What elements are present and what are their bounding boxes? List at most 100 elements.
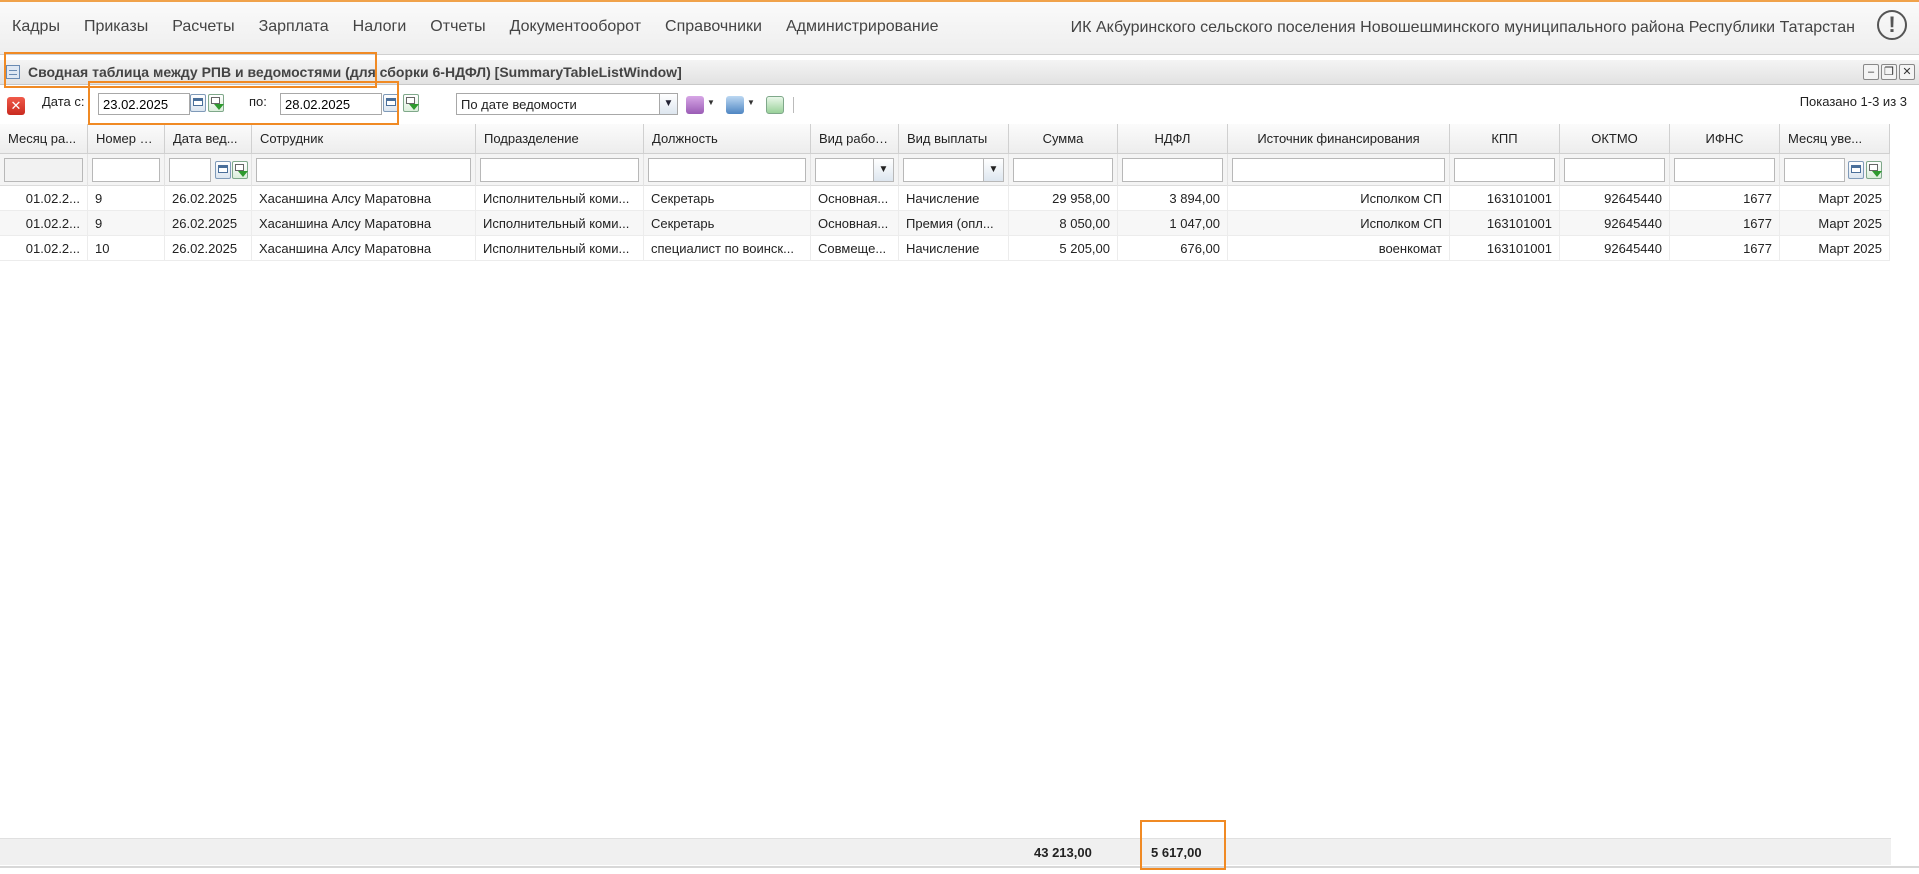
menu-administrirovanie[interactable]: Администрирование [774,18,951,36]
cell-funding-source: военкомат [1228,236,1450,261]
cell-summa: 8 050,00 [1009,211,1118,236]
col-header-ndfl[interactable]: НДФЛ [1118,124,1228,154]
filter-position[interactable] [648,158,806,182]
col-header-payment-type[interactable]: Вид выплаты [899,124,1009,154]
restore-button[interactable]: ❐ [1881,64,1897,80]
filter-date-clear-icon[interactable] [232,161,248,179]
cell-payment-type: Начисление [899,186,1009,211]
cell-notice-month: Март 2025 [1780,211,1890,236]
table-row[interactable]: 01.02.2... 9 26.02.2025 Хасаншина Алсу М… [0,211,1890,236]
filter-employee[interactable] [256,158,471,182]
window-title: Сводная таблица между РПВ и ведомостями … [28,64,682,80]
chevron-down-icon[interactable]: ▼ [983,159,1003,181]
col-header-number[interactable]: Номер в... [88,124,165,154]
info-icon[interactable]: ! [1877,10,1907,40]
col-header-department[interactable]: Подразделение [476,124,644,154]
date-to-label: по: [249,94,267,109]
filter-summa[interactable] [1013,158,1113,182]
filter-ndfl[interactable] [1122,158,1223,182]
cell-position: специалист по воинск... [644,236,811,261]
menu-prikazy[interactable]: Приказы [72,18,160,36]
cell-department: Исполнительный коми... [476,236,644,261]
cell-month: 01.02.2... [0,236,88,261]
cell-ifns: 1677 [1670,186,1780,211]
col-header-ifns[interactable]: ИФНС [1670,124,1780,154]
filter-notice-month[interactable] [1784,158,1845,182]
table-row[interactable]: 01.02.2... 9 26.02.2025 Хасаншина Алсу М… [0,186,1890,211]
menu-kadry[interactable]: Кадры [0,18,72,36]
cell-kpp: 163101001 [1450,186,1560,211]
menu-spravochniki[interactable]: Справочники [653,18,774,36]
filter-department[interactable] [480,158,639,182]
cell-date: 26.02.2025 [165,186,252,211]
col-header-date[interactable]: Дата вед... [165,124,252,154]
main-menu: Кадры Приказы Расчеты Зарплата Налоги От… [0,18,951,36]
filter-notice-clear-icon[interactable] [1866,161,1882,179]
date-from-field[interactable] [98,93,190,115]
settings-caret-icon[interactable]: ▼ [707,98,715,107]
filter-kpp[interactable] [1454,158,1555,182]
menu-dokumentooborot[interactable]: Документооборот [498,18,653,36]
filter-number[interactable] [92,158,160,182]
mode-select[interactable]: По дате ведомости ▼ [456,93,678,115]
col-header-employee[interactable]: Сотрудник [252,124,476,154]
minimize-button[interactable]: – [1863,64,1879,80]
toolbar-separator [793,97,794,113]
filter-oktmo[interactable] [1564,158,1665,182]
date-from-clear-icon[interactable] [208,94,224,112]
cell-funding-source: Исполком СП [1228,211,1450,236]
print-icon[interactable] [726,96,744,114]
table-row[interactable]: 01.02.2... 10 26.02.2025 Хасаншина Алсу … [0,236,1890,261]
col-header-month[interactable]: Месяц ра... [0,124,88,154]
menu-nalogi[interactable]: Налоги [341,18,419,36]
cell-ifns: 1677 [1670,236,1780,261]
grid-header-row: Месяц ра... Номер в... Дата вед... Сотру… [0,124,1890,154]
filter-date[interactable] [169,158,211,182]
menu-zarplata[interactable]: Зарплата [247,18,341,36]
refresh-icon[interactable] [766,96,784,114]
cell-number: 10 [88,236,165,261]
menu-raschety[interactable]: Расчеты [160,18,246,36]
filter-date-calendar-icon[interactable] [215,161,231,179]
cell-position: Секретарь [644,186,811,211]
grid-filter-row: ▼ ▼ [0,154,1890,186]
cell-month: 01.02.2... [0,186,88,211]
date-to-clear-icon[interactable] [403,94,419,112]
date-from-calendar-icon[interactable] [190,94,206,112]
close-button[interactable]: ✕ [1899,64,1915,80]
cell-notice-month: Март 2025 [1780,186,1890,211]
filter-notice-calendar-icon[interactable] [1848,161,1864,179]
cell-number: 9 [88,211,165,236]
cell-employee: Хасаншина Алсу Маратовна [252,211,476,236]
clear-filter-button[interactable]: ✕ [7,97,25,115]
chevron-down-icon[interactable]: ▼ [873,159,893,181]
col-header-oktmo[interactable]: ОКТМО [1560,124,1670,154]
col-header-kpp[interactable]: КПП [1450,124,1560,154]
cell-number: 9 [88,186,165,211]
filter-ifns[interactable] [1674,158,1775,182]
settings-icon[interactable] [686,96,704,114]
date-to-calendar-icon[interactable] [383,94,399,112]
col-header-notice-month[interactable]: Месяц уве... [1780,124,1890,154]
chevron-down-icon[interactable]: ▼ [659,94,677,114]
total-summa: 43 213,00 [1034,845,1092,860]
col-header-position[interactable]: Должность [644,124,811,154]
cell-oktmo: 92645440 [1560,211,1670,236]
mode-select-value: По дате ведомости [461,97,577,112]
filter-month [4,158,83,182]
col-header-funding-source[interactable]: Источник финансирования [1228,124,1450,154]
cell-ndfl: 1 047,00 [1118,211,1228,236]
cell-kpp: 163101001 [1450,211,1560,236]
cell-summa: 29 958,00 [1009,186,1118,211]
cell-department: Исполнительный коми... [476,186,644,211]
col-header-work-type[interactable]: Вид работы [811,124,899,154]
cell-payment-type: Премия (опл... [899,211,1009,236]
col-header-summa[interactable]: Сумма [1009,124,1118,154]
print-caret-icon[interactable]: ▼ [747,98,755,107]
menu-otchety[interactable]: Отчеты [418,18,497,36]
cell-oktmo: 92645440 [1560,236,1670,261]
filter-funding-source[interactable] [1232,158,1445,182]
window-title-bar: Сводная таблица между РПВ и ведомостями … [0,60,1919,85]
date-to-field[interactable] [280,93,382,115]
cell-ndfl: 3 894,00 [1118,186,1228,211]
